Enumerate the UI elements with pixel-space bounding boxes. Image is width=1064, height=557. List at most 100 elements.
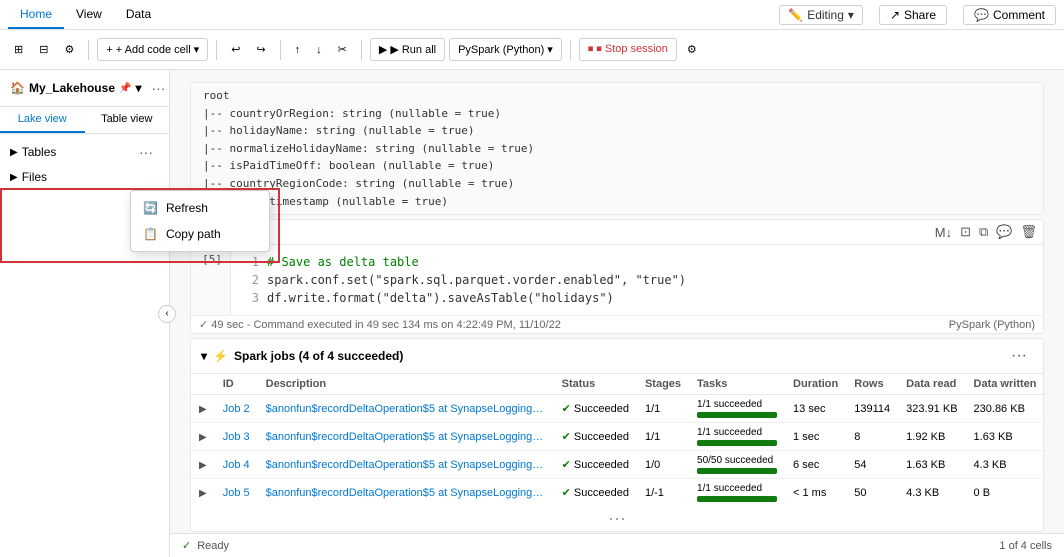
sidebar-item-files[interactable]: ▶ Files [0,166,169,188]
col-stages-header[interactable]: Stages [637,374,689,395]
redo-button[interactable]: ↪ [250,39,271,60]
move-up-button[interactable]: ↑ [289,40,307,60]
schema-cell: root |-- countryOrRegion: string (nullab… [190,82,1044,215]
top-tabs: Home View Data [8,1,163,29]
cell-gutter: [5] [191,245,231,315]
spark-jobs-more-btn[interactable]: ··· [1005,345,1033,367]
col-expand [191,374,215,395]
chevron-down-icon: ▾ [848,8,854,22]
tab-data[interactable]: Data [114,1,163,29]
separator-1 [88,40,89,60]
tab-lake-view[interactable]: Lake view [0,107,85,133]
spark-jobs-header[interactable]: ▾ ⚡ Spark jobs (4 of 4 succeeded) ··· [191,339,1043,374]
col-tasks-header[interactable]: Tasks [689,374,785,395]
cut-button[interactable]: ✂ [332,39,353,60]
cell-delete-btn[interactable]: 🗑 [1018,222,1039,242]
sidebar-item-tables[interactable]: ▶ Tables ··· [0,138,169,166]
toolbar-down-btn[interactable]: ⊟ [33,39,54,60]
col-dur-header[interactable]: Duration [785,374,846,395]
stop-session-button[interactable]: ⏹ ⏹ Stop session [579,38,677,61]
row-tasks: 1/1 succeeded [689,423,785,451]
cell-line-2: 2 spark.conf.set("spark.sql.parquet.vord… [239,271,1035,289]
share-button[interactable]: ↗ Share [879,5,947,25]
cell-comment-btn[interactable]: 💬 [994,222,1014,242]
context-menu-refresh[interactable]: 🔄 Refresh [131,195,269,221]
cell-split-btn[interactable]: ⊡ [958,222,973,242]
tab-home[interactable]: Home [8,1,64,29]
row-data-read: 4.3 KB [898,479,965,507]
schema-output: root |-- countryOrRegion: string (nullab… [191,83,1043,214]
run-all-button[interactable]: ▶ ▶ Run all [370,38,445,61]
tab-view[interactable]: View [64,1,114,29]
notebook: root |-- countryOrRegion: string (nullab… [170,70,1064,533]
top-bar: Home View Data ✏️ Editing ▾ ↗ Share 💬 Co… [0,0,1064,30]
chevron-right-icon: ▶ [10,147,18,158]
lakehouse-icon: 🏠 [10,81,25,95]
content-area: root |-- countryOrRegion: string (nullab… [170,70,1064,557]
table-row: ▶ Job 2 $anonfun$recordDeltaOperation$5 … [191,395,1045,423]
sidebar-more-btn[interactable]: ··· [145,78,171,98]
ready-icon: ✓ [182,539,191,552]
row-stages: 1/1 [637,395,689,423]
settings-button[interactable]: ⚙ [58,39,80,60]
toolbar-settings-btn[interactable]: ⚙ [681,39,703,60]
table-row: ▶ Job 3 $anonfun$recordDeltaOperation$5 … [191,423,1045,451]
row-duration: 13 sec [785,395,846,423]
code-cell-2: ▶ ⌄ M↓ ⊡ ⧉ 💬 🗑 [5] [190,219,1044,334]
col-id-header[interactable]: ID [215,374,258,395]
cell-copy-btn[interactable]: ⧉ [977,222,990,242]
spark-dropdown[interactable]: PySpark (Python) ▾ [449,38,562,61]
row-description[interactable]: $anonfun$recordDeltaOperation$5 at Synap… [258,479,554,507]
row-status: ✔ Succeeded [554,423,637,451]
editing-badge[interactable]: ✏️ Editing ▾ [779,5,863,25]
row-data-written: 1.63 KB [966,423,1045,451]
row-description[interactable]: $anonfun$recordDeltaOperation$5 at Synap… [258,451,554,479]
copy-icon: 📋 [143,227,158,241]
tab-table-view[interactable]: Table view [85,107,170,133]
row-status: ✔ Succeeded [554,451,637,479]
toolbar-icon-btn[interactable]: ⊞ [8,39,29,60]
cell-lines[interactable]: 1 # Save as delta table 2 spark.conf.set… [231,245,1043,315]
chevron-down-icon: ▾ [135,81,141,95]
row-rows: 50 [846,479,898,507]
col-desc-header[interactable]: Description [258,374,554,395]
tables-more-btn[interactable]: ··· [133,142,159,162]
col-rows-header[interactable]: Rows [846,374,898,395]
row-data-written: 230.86 KB [966,395,1045,423]
row-description[interactable]: $anonfun$recordDeltaOperation$5 at Synap… [258,395,554,423]
col-written-header[interactable]: Data written [966,374,1045,395]
table-row: ▶ Job 4 $anonfun$recordDeltaOperation$5 … [191,451,1045,479]
pencil-icon: ✏️ [788,8,803,22]
comment-button[interactable]: 💬 Comment [963,5,1056,25]
spark-icon: ⚡ [213,349,228,363]
col-read-header[interactable]: Data read [898,374,965,395]
undo-button[interactable]: ↩ [225,39,246,60]
row-data-read: 1.92 KB [898,423,965,451]
row-data-read: 1.63 KB [898,451,965,479]
row-expand[interactable]: ▶ [191,395,215,423]
row-expand[interactable]: ▶ [191,479,215,507]
separator-4 [361,40,362,60]
move-down-button[interactable]: ↓ [310,40,328,60]
pin-icon: 📌 [119,83,131,94]
context-menu: 🔄 Refresh 📋 Copy path [130,190,270,252]
row-status: ✔ Succeeded [554,479,637,507]
cell-markdown-btn[interactable]: M↓ [933,223,954,242]
collapse-sidebar-button[interactable]: ‹ [158,305,176,323]
spark-jobs-table: ID Description Status Stages Tasks Durat… [191,374,1045,506]
cell-lang: PySpark (Python) [949,318,1035,331]
row-rows: 139114 [846,395,898,423]
row-duration: 6 sec [785,451,846,479]
jobs-table-header-row: ID Description Status Stages Tasks Durat… [191,374,1045,395]
sidebar-title: My_Lakehouse [29,81,115,95]
context-menu-copy-path[interactable]: 📋 Copy path [131,221,269,247]
col-status-header[interactable]: Status [554,374,637,395]
table-row: ▶ Job 5 $anonfun$recordDeltaOperation$5 … [191,479,1045,507]
row-expand[interactable]: ▶ [191,423,215,451]
row-duration: < 1 ms [785,479,846,507]
row-expand[interactable]: ▶ [191,451,215,479]
add-code-button[interactable]: + + Add code cell ▾ [97,38,208,61]
row-description[interactable]: $anonfun$recordDeltaOperation$5 at Synap… [258,423,554,451]
stop-icon: ⏹ [588,43,594,56]
row-rows: 54 [846,451,898,479]
